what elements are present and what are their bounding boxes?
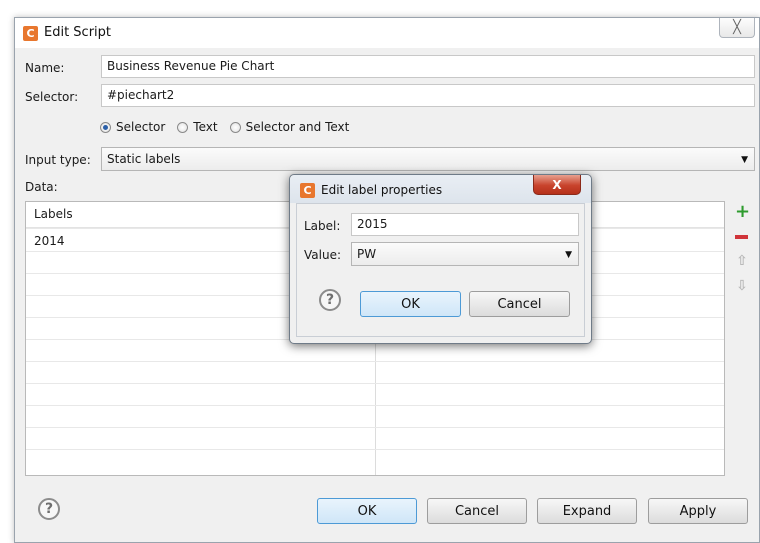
dialog-close-button[interactable]: X (533, 175, 581, 195)
move-down-icon[interactable]: ⇩ (735, 279, 749, 293)
row-separator (26, 449, 724, 450)
radio-selector[interactable]: Selector (100, 120, 165, 134)
dialog-title: Edit label properties (321, 183, 443, 197)
app-logo-icon: C (300, 183, 315, 198)
help-icon[interactable]: ? (38, 498, 60, 520)
chevron-down-icon: ▼ (741, 155, 748, 165)
dialog-label-label: Label: (304, 219, 341, 233)
edit-label-properties-dialog: C Edit label properties X Label: 2015 Va… (289, 174, 592, 344)
radio-text[interactable]: Text (177, 120, 218, 134)
cancel-button[interactable]: Cancel (427, 498, 527, 524)
close-icon: X (552, 177, 562, 192)
title-bar: C Edit Script ╳ (15, 18, 759, 48)
radio-selector-label: Selector (116, 120, 166, 134)
ok-button[interactable]: OK (317, 498, 417, 524)
input-type-value: Static labels (107, 152, 181, 166)
radio-selector-and-text[interactable]: Selector and Text (229, 120, 350, 134)
name-input[interactable]: Business Revenue Pie Chart (101, 55, 755, 78)
radio-unselected-icon (229, 121, 241, 133)
dialog-label-input[interactable]: 2015 (351, 213, 579, 236)
row-separator (26, 427, 724, 428)
dialog-ok-button[interactable]: OK (360, 291, 461, 317)
dialog-value-select[interactable]: PW ▼ (351, 242, 579, 266)
apply-button[interactable]: Apply (648, 498, 748, 524)
dialog-cancel-button[interactable]: Cancel (469, 291, 570, 317)
add-icon[interactable]: + (735, 203, 750, 221)
app-logo-icon: C (23, 26, 38, 41)
data-label: Data: (25, 180, 58, 194)
table-row[interactable]: 2014 (26, 231, 73, 251)
selector-input[interactable]: #piechart2 (101, 84, 755, 107)
row-separator (26, 405, 724, 406)
close-button[interactable]: ╳ (719, 18, 755, 38)
radio-unselected-icon (177, 121, 189, 133)
chevron-down-icon: ▼ (565, 250, 572, 260)
name-label: Name: (25, 61, 65, 75)
dialog-body: Label: 2015 Value: PW ▼ ? OK Cancel (296, 203, 585, 337)
remove-icon[interactable] (735, 230, 749, 244)
dialog-value-selected: PW (357, 247, 377, 261)
table-cell: 2014 (34, 234, 65, 248)
radio-selector-and-text-label: Selector and Text (245, 120, 350, 134)
radio-selected-icon (100, 121, 111, 133)
window-title: Edit Script (44, 25, 112, 40)
row-separator (26, 383, 724, 384)
expand-button[interactable]: Expand (537, 498, 637, 524)
radio-text-label: Text (193, 120, 218, 134)
dialog-value-label: Value: (304, 248, 341, 262)
selector-mode-radio-group: Selector Text Selector and Text (100, 120, 361, 134)
dialog-help-icon[interactable]: ? (319, 289, 341, 311)
dialog-title-bar: C Edit label properties X (290, 175, 591, 203)
row-separator (26, 361, 724, 362)
selector-label: Selector: (25, 90, 79, 104)
move-up-icon[interactable]: ⇧ (735, 254, 749, 268)
input-type-select[interactable]: Static labels ▼ (101, 147, 755, 171)
input-type-label: Input type: (25, 153, 91, 167)
close-icon: ╳ (733, 20, 741, 35)
